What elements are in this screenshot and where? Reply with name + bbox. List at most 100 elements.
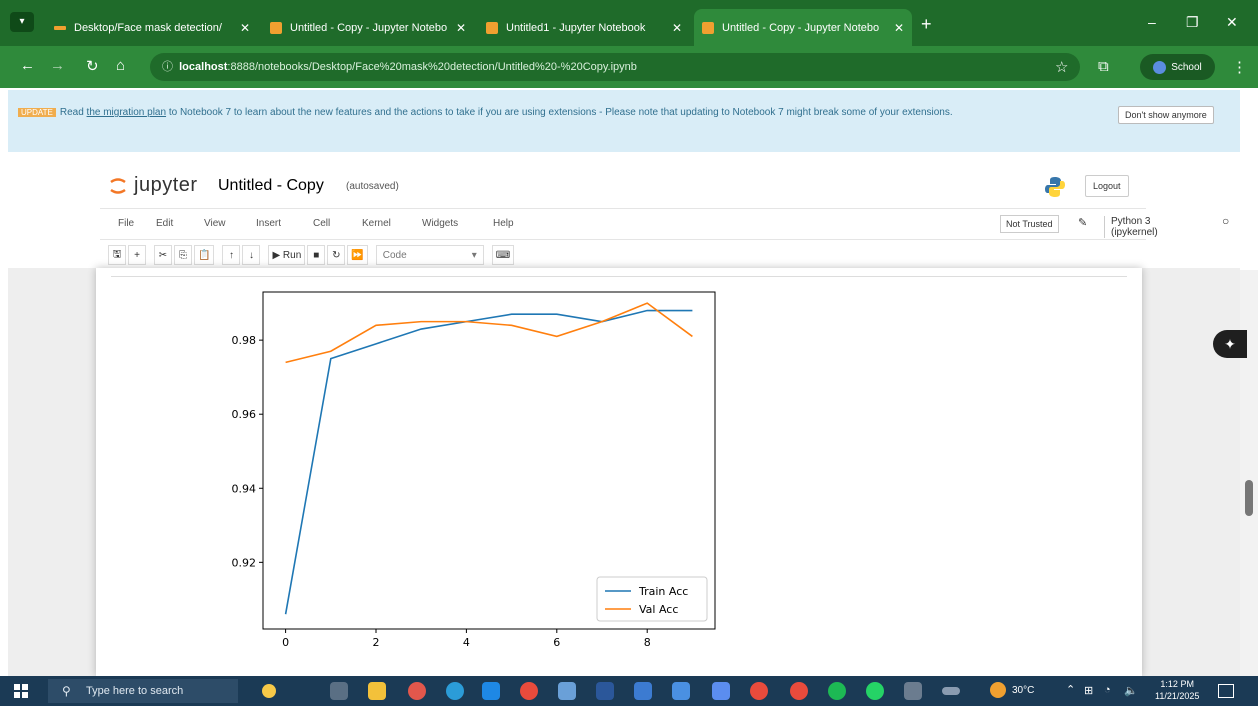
volume-icon[interactable]: 🔈: [1124, 684, 1138, 697]
edge-icon[interactable]: [446, 682, 464, 700]
home-icon[interactable]: ⌂: [116, 57, 125, 74]
profile-button[interactable]: School: [1140, 54, 1215, 80]
move-up-icon[interactable]: ↑: [222, 245, 241, 265]
tab-untitled-copy-active[interactable]: Untitled - Copy - Jupyter Notebo ✕: [694, 9, 912, 46]
app-icon[interactable]: [558, 682, 576, 700]
save-icon[interactable]: 🖫: [108, 245, 126, 265]
app-icon[interactable]: [634, 682, 652, 700]
tab-file-browser[interactable]: Desktop/Face mask detection/ ✕: [46, 9, 258, 46]
windows-start-icon[interactable]: [14, 684, 28, 698]
copy-icon[interactable]: ⎘: [174, 245, 192, 265]
menu-view[interactable]: View: [204, 218, 226, 229]
wifi-icon[interactable]: ◔: [1104, 684, 1111, 696]
url-input[interactable]: ⓘ localhost:8888/notebooks/Desktop/Face%…: [150, 53, 1080, 81]
network-icon[interactable]: ⊞: [1084, 684, 1093, 697]
menu-kernel[interactable]: Kernel: [362, 218, 391, 229]
logout-button[interactable]: Logout: [1085, 175, 1129, 197]
jupyter-logo-icon: [110, 177, 126, 194]
restart-run-all-icon[interactable]: ⏩: [347, 245, 368, 265]
photos-icon[interactable]: [712, 682, 730, 700]
interrupt-icon[interactable]: ■: [307, 245, 326, 265]
task-view-icon[interactable]: [330, 682, 348, 700]
cell-type-select[interactable]: Code ▾: [375, 245, 484, 265]
migration-plan-link[interactable]: the migration plan: [87, 107, 167, 118]
menu-file[interactable]: File: [118, 218, 134, 229]
copilot-sparkle-icon[interactable]: [262, 684, 276, 698]
site-info-icon[interactable]: ⓘ: [162, 61, 179, 73]
legend-label: Val Acc: [639, 603, 678, 616]
menu-help[interactable]: Help: [493, 218, 514, 229]
taskbar-search-input[interactable]: ⚲ Type here to search: [48, 679, 238, 703]
notebook-title[interactable]: Untitled - Copy: [218, 177, 324, 195]
tab-search-button[interactable]: ▾: [10, 12, 34, 32]
tab-untitled1[interactable]: Untitled1 - Jupyter Notebook ✕: [478, 9, 690, 46]
reload-icon[interactable]: ↻: [86, 57, 99, 75]
notice-text: Read: [59, 107, 87, 118]
maximize-icon[interactable]: ❐: [1186, 14, 1199, 31]
close-tab-icon[interactable]: ✕: [672, 21, 682, 35]
notifications-icon[interactable]: [1218, 684, 1234, 698]
restart-icon[interactable]: ↻: [327, 245, 346, 265]
whatsapp-icon[interactable]: [866, 682, 884, 700]
vscode-icon[interactable]: [482, 682, 500, 700]
sidebar-toggle-icon[interactable]: ✦: [1213, 330, 1247, 358]
tab-label: Untitled1 - Jupyter Notebook: [506, 21, 646, 34]
tab-label: Untitled - Copy - Jupyter Notebo: [290, 21, 448, 34]
tab-untitled-copy-1[interactable]: Untitled - Copy - Jupyter Notebo ✕: [262, 9, 474, 46]
notice-text: to Notebook 7 to learn about the new fea…: [166, 107, 953, 118]
url-host: localhost: [179, 61, 228, 73]
weather-temp[interactable]: 30°C: [1012, 685, 1034, 696]
jupyter-favicon-icon: [54, 25, 66, 30]
address-bar-row: ← → ↻ ⌂ ⓘ localhost:8888/notebooks/Deskt…: [0, 46, 1258, 88]
trusted-indicator-button[interactable]: Not Trusted: [1000, 215, 1059, 233]
x-tick-label: 2: [373, 636, 380, 649]
tab-label: Untitled - Copy - Jupyter Notebo: [722, 21, 880, 34]
chrome-icon[interactable]: [520, 682, 538, 700]
run-label: Run: [282, 249, 302, 261]
chevron-up-icon[interactable]: ⌃: [1066, 683, 1075, 696]
close-tab-icon[interactable]: ✕: [894, 21, 904, 35]
chrome-icon[interactable]: [790, 682, 808, 700]
back-icon[interactable]: ←: [20, 57, 35, 74]
weather-icon[interactable]: [990, 682, 1006, 698]
bookmark-star-icon[interactable]: ☆: [1055, 58, 1068, 76]
y-tick-label: 0.98: [232, 334, 257, 347]
app-icon[interactable]: [904, 682, 922, 700]
run-button[interactable]: ▶ Run: [268, 245, 306, 265]
minimize-icon[interactable]: –: [1148, 14, 1156, 30]
y-tick-label: 0.94: [232, 482, 257, 495]
app-icon[interactable]: [408, 682, 426, 700]
dont-show-anymore-button[interactable]: Don't show anymore: [1118, 106, 1214, 124]
notebook-favicon-icon: [270, 21, 282, 34]
app-icon[interactable]: [942, 687, 960, 695]
new-tab-icon[interactable]: +: [921, 14, 932, 35]
browser-menu-icon[interactable]: ⋮: [1232, 58, 1247, 76]
close-tab-icon[interactable]: ✕: [240, 21, 250, 35]
paste-icon[interactable]: 📋: [194, 245, 215, 265]
jupyter-logo[interactable]: jupyter: [108, 174, 198, 197]
menu-edit[interactable]: Edit: [156, 218, 173, 229]
close-window-icon[interactable]: ✕: [1226, 14, 1238, 31]
spotify-icon[interactable]: [828, 682, 846, 700]
menu-insert[interactable]: Insert: [256, 218, 281, 229]
scrollbar-thumb[interactable]: [1245, 480, 1253, 516]
close-tab-icon[interactable]: ✕: [456, 21, 466, 35]
taskbar-clock[interactable]: 1:12 PM 11/21/2025: [1155, 678, 1199, 702]
update-badge: UPDATE: [18, 108, 56, 117]
command-palette-icon[interactable]: ⌨: [491, 245, 515, 265]
chrome-icon[interactable]: [750, 682, 768, 700]
avatar: [1153, 60, 1167, 74]
word-icon[interactable]: [596, 682, 614, 700]
forward-icon[interactable]: →: [50, 57, 65, 74]
move-down-icon[interactable]: ↓: [242, 245, 261, 265]
cut-icon[interactable]: ✂: [154, 245, 172, 265]
notebook-menubar: File Edit View Insert Cell Kernel Widget…: [100, 208, 1229, 240]
menu-widgets[interactable]: Widgets: [422, 218, 458, 229]
autosave-status: (autosaved): [346, 181, 399, 192]
notes-icon[interactable]: [672, 682, 690, 700]
insert-cell-icon[interactable]: +: [128, 245, 146, 265]
extensions-icon[interactable]: ⧉: [1098, 58, 1109, 75]
accuracy-chart: 0 2 4 6 8 0.92 0.94 0.96 0.98 Train Acc Val Acc: [232, 291, 716, 649]
menu-cell[interactable]: Cell: [313, 218, 330, 229]
file-explorer-icon[interactable]: [368, 682, 386, 700]
